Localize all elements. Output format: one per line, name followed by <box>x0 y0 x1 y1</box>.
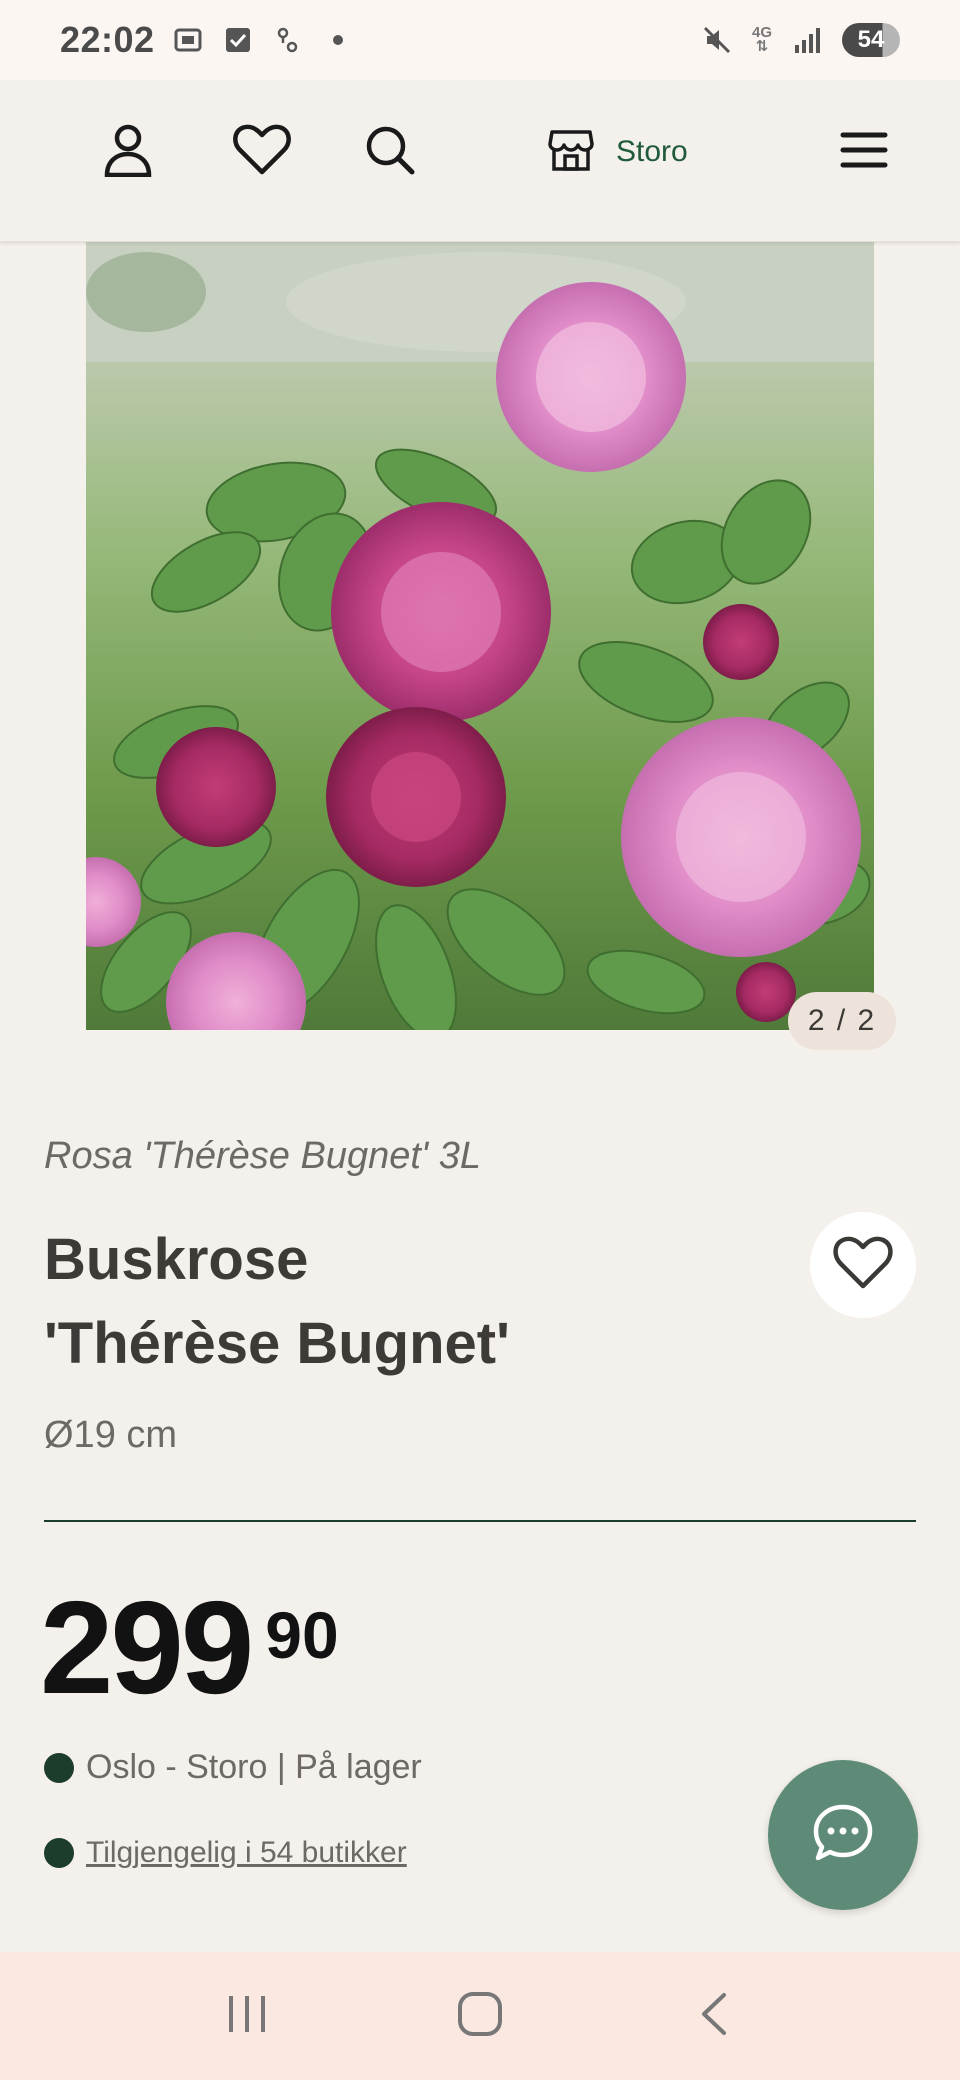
back-button[interactable] <box>668 1981 758 2051</box>
divider <box>44 1520 916 1522</box>
heart-icon <box>233 124 291 181</box>
network-type: 4G ⇅ <box>751 24 772 55</box>
mute-icon <box>700 23 734 57</box>
signal-icon <box>790 23 824 57</box>
checkbox-notification-icon <box>221 23 255 57</box>
menu-icon <box>840 130 888 175</box>
user-icon <box>103 123 153 182</box>
system-nav-bar <box>0 1952 960 2080</box>
more-notifications-dot-icon <box>321 23 355 57</box>
search-button[interactable] <box>352 114 428 190</box>
rose-bush-image <box>86 242 874 1030</box>
battery-indicator: 54 <box>842 23 900 57</box>
in-stock-dot-icon <box>44 1752 74 1783</box>
home-icon <box>457 1991 503 2042</box>
menu-button[interactable] <box>826 114 902 190</box>
chat-icon <box>812 1803 874 1868</box>
availability-dot-icon <box>44 1838 74 1868</box>
status-right: 4G ⇅ 54 <box>700 23 900 57</box>
price-decimal: 90 <box>265 1598 339 1672</box>
local-stock-status: Oslo - Storo | På lager <box>44 1748 422 1787</box>
local-stock-text: Oslo - Storo | På lager <box>86 1748 422 1786</box>
chat-button[interactable] <box>768 1760 918 1910</box>
heart-icon <box>833 1236 893 1295</box>
store-selector-button[interactable]: Storo <box>548 114 688 190</box>
home-button[interactable] <box>435 1981 525 2051</box>
product-title-line1: Buskrose <box>44 1227 309 1292</box>
key-notification-icon <box>271 23 305 57</box>
add-to-favorites-button[interactable] <box>810 1212 916 1318</box>
product-title: Buskrose 'Thérèse Bugnet' <box>44 1218 764 1386</box>
store-availability: Tilgjengelig i 54 butikker <box>44 1836 407 1870</box>
availability-link[interactable]: Tilgjengelig i 54 butikker <box>86 1836 407 1870</box>
latin-name: Rosa 'Thérèse Bugnet' 3L <box>44 1135 481 1177</box>
app-header: Storo <box>0 80 960 242</box>
store-icon <box>548 128 594 177</box>
store-name: Storo <box>616 135 688 168</box>
product-size: Ø19 cm <box>44 1414 178 1456</box>
network-label: 4G <box>751 24 772 41</box>
screenshot-icon <box>171 23 205 57</box>
image-counter: 2 / 2 <box>788 992 896 1050</box>
back-icon <box>696 1991 730 2042</box>
recents-icon <box>225 1992 269 2041</box>
status-bar: 22:02 4G ⇅ 54 <box>0 0 960 80</box>
price: 299 90 <box>40 1582 339 1714</box>
recents-button[interactable] <box>202 1981 292 2051</box>
search-icon <box>364 124 416 181</box>
product-title-line2: 'Thérèse Bugnet' <box>44 1311 510 1376</box>
product-image[interactable] <box>86 242 874 1030</box>
price-main: 299 <box>40 1574 254 1721</box>
status-left: 22:02 <box>60 19 355 61</box>
favorites-button[interactable] <box>224 114 300 190</box>
status-time: 22:02 <box>60 19 155 60</box>
account-button[interactable] <box>90 114 166 190</box>
